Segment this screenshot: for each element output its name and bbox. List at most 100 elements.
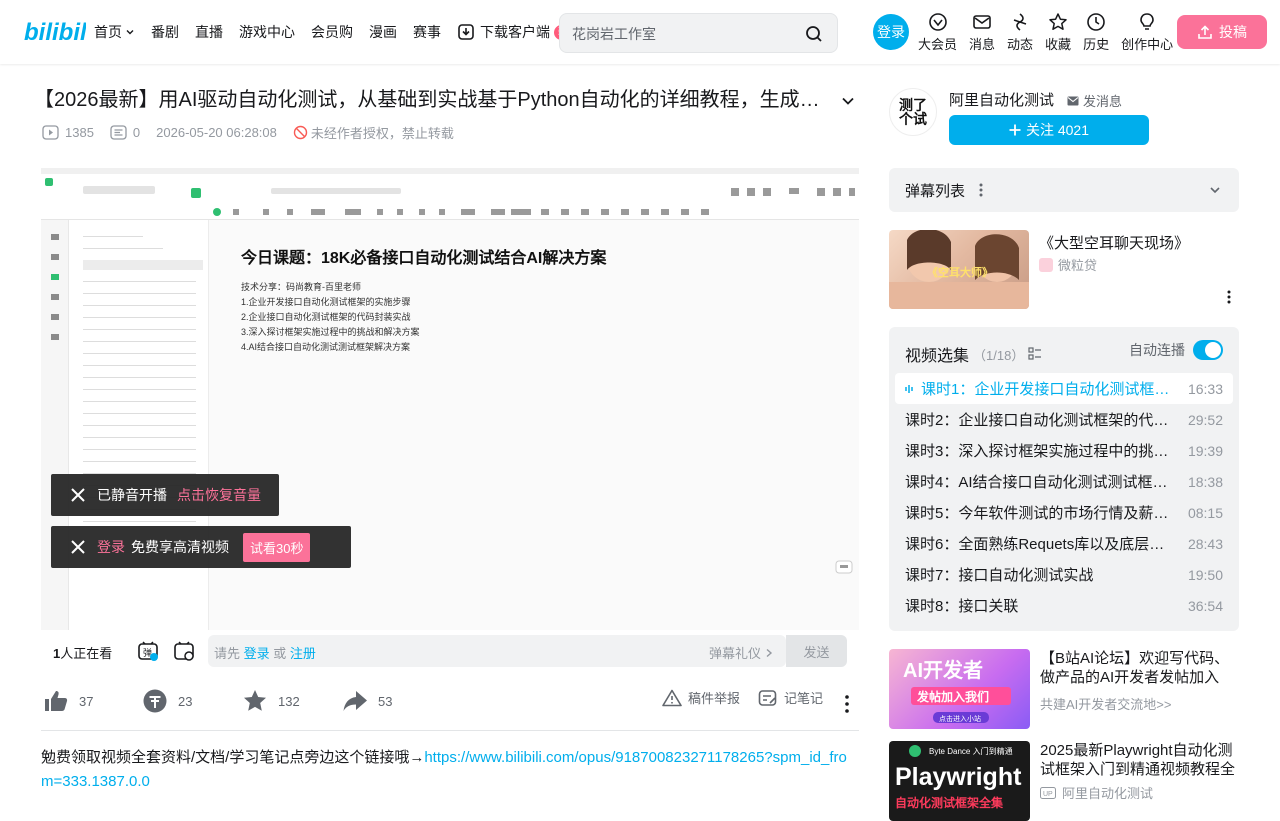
close-icon[interactable] — [71, 488, 85, 502]
chevron-down-icon[interactable] — [1209, 184, 1221, 196]
search-icon[interactable] — [805, 25, 823, 43]
more-vertical-icon[interactable] — [979, 183, 983, 197]
doc-content: 今日课题：18K必备接口自动化测试结合AI解决方案 技术分享：码尚教育-百里老师… — [241, 244, 606, 355]
entry-history[interactable]: 历史 — [1083, 12, 1109, 53]
list-view-icon[interactable] — [1028, 347, 1042, 361]
nav-mall[interactable]: 会员购 — [311, 22, 353, 42]
nav-download-client[interactable]: 下载客户端 新 — [457, 22, 572, 42]
search-input[interactable] — [572, 23, 792, 45]
doc-lines: 技术分享：码尚教育-百里老师 1.企业开发接口自动化测试框架的实施步骤 2.企业… — [241, 280, 606, 355]
toast-login-link[interactable]: 登录 — [97, 537, 125, 557]
episode-item[interactable]: 课时3：深入探讨框架实施过程中的挑战和解决方案 19:39 — [895, 435, 1233, 466]
video-meta: 1385 0 2026-05-20 06:28:08 未经作者授权，禁止转载 — [42, 123, 454, 142]
send-message-button[interactable]: 发消息 — [1067, 91, 1122, 110]
episode-title: 课时3：深入探讨框架实施过程中的挑战和解决方案 — [905, 443, 1170, 460]
episode-item[interactable]: 课时7：接口自动化测试实战 19:50 — [895, 559, 1233, 590]
danmaku-toggle-icon[interactable]: 弹 — [137, 640, 159, 662]
episode-item[interactable]: 课时1：企业开发接口自动化测试框架的实施步骤 16:33 — [895, 373, 1233, 404]
ad-source-label: 微粒贷 — [1058, 258, 1098, 273]
episode-item[interactable]: 课时2：企业接口自动化测试框架的代码封装实战 29:52 — [895, 404, 1233, 435]
entry-messages[interactable]: 消息 — [969, 12, 995, 53]
nav-home[interactable]: 首页 — [94, 22, 135, 42]
episode-title: 课时4：AI结合接口自动化测试测试框架解决方案 — [905, 474, 1170, 491]
episode-count: （1/18） — [973, 347, 1025, 363]
follow-label: 关注 4021 — [1025, 122, 1090, 138]
uploader-avatar[interactable]: 测了 个试 — [889, 88, 937, 136]
doc-heading: 今日课题：18K必备接口自动化测试结合AI解决方案 — [241, 250, 607, 267]
top-header: bilibili 首页 番剧 直播 游戏中心 会员购 漫画 赛事 下载客户端 新… — [0, 0, 1280, 64]
danmaku-register-link[interactable]: 注册 — [290, 646, 316, 661]
favorite-count: 132 — [278, 693, 300, 709]
episode-item[interactable]: 课时6：全面熟练Requets库以及底层原理 28:43 — [895, 528, 1233, 559]
nav-bangumi[interactable]: 番剧 — [151, 22, 179, 42]
entry-vip[interactable]: 大会员 — [918, 12, 957, 53]
episode-item[interactable]: 课时5：今年软件测试的市场行情及薪资分析 08:15 — [895, 497, 1233, 528]
message-icon — [973, 15, 991, 29]
favorite-button[interactable]: 132 — [242, 688, 300, 714]
recommend-card[interactable]: Byte Dance 入门到精通 Playwright 自动化测试框架全集 20… — [889, 741, 1239, 821]
ad-rocket-icon — [1039, 257, 1053, 272]
star-icon — [244, 690, 266, 711]
recommend-subtitle: 共建AI开发者交流地>> — [1040, 697, 1172, 712]
uploader-name[interactable]: 阿里自动化测试 — [949, 89, 1054, 110]
ad-title: 《大型空耳聊天现场》 — [1039, 235, 1190, 252]
danmaku-etiquette[interactable]: 弹幕礼仪 — [709, 643, 774, 662]
thumbs-up-icon — [45, 691, 68, 711]
recommend-title: 2025最新Playwright自动化测试框架入门到精通视频教程全集 — [1040, 742, 1236, 778]
video-title: 【2026最新】用AI驱动自动化测试，从基础到实战基于Python自动化的详细教… — [34, 89, 824, 111]
close-icon[interactable] — [71, 540, 85, 554]
episode-item[interactable]: 课时8：接口关联 36:54 — [895, 590, 1233, 621]
danmaku-input[interactable]: 请先 登录 或 注册 弹幕礼仪 — [208, 635, 786, 667]
etiquette-label: 弹幕礼仪 — [708, 646, 761, 661]
follow-button[interactable]: 关注 4021 — [949, 115, 1149, 145]
search-box — [559, 13, 838, 53]
nav-esports[interactable]: 赛事 — [413, 22, 441, 42]
entry-favorites[interactable]: 收藏 — [1045, 12, 1071, 53]
dynamics-icon — [1013, 13, 1027, 31]
login-button[interactable]: 登录 — [873, 14, 909, 50]
coin-button[interactable]: 23 — [142, 688, 192, 714]
warning-icon — [662, 689, 682, 706]
plus-icon — [1009, 124, 1021, 136]
muted-toast: 已静音开播 点击恢复音量 — [51, 474, 279, 516]
like-button[interactable]: 37 — [43, 688, 93, 714]
autoplay-label: 自动连播 — [1129, 342, 1185, 358]
share-button[interactable]: 53 — [342, 688, 392, 714]
expand-title-chevron-icon[interactable] — [840, 93, 856, 109]
ad-thumbnail: 《空耳大师》 — [889, 230, 1029, 309]
hd-label: 免费享高清视频 — [131, 539, 229, 555]
danmaku-list-panel[interactable]: 弹幕列表 — [889, 168, 1239, 212]
note-button[interactable]: 记笔记 — [758, 688, 823, 707]
episode-item[interactable]: 课时4：AI结合接口自动化测试测试框架解决方案 18:38 — [895, 466, 1233, 497]
forbidden-icon — [293, 125, 308, 140]
restore-volume-link[interactable]: 点击恢复音量 — [177, 485, 261, 505]
episode-duration: 36:54 — [1187, 597, 1223, 614]
more-vertical-icon[interactable] — [837, 694, 857, 714]
thumb-text: 点击进入小站 — [939, 714, 981, 723]
ad-card[interactable]: 《空耳大师》 《大型空耳聊天现场》 微粒贷 — [889, 230, 1239, 310]
recommend-card[interactable]: AI开发者 发帖加入我们 点击进入小站 【B站AI论坛】欢迎写代码、做产品的AI… — [889, 649, 1239, 729]
danmaku-login-link[interactable]: 登录 — [244, 646, 270, 661]
bilibili-logo[interactable]: bilibili — [24, 18, 86, 46]
danmaku-settings-icon[interactable] — [173, 640, 195, 662]
play-count-value: 1385 — [65, 125, 94, 140]
nav-game-center[interactable]: 游戏中心 — [239, 22, 295, 42]
playing-icon — [905, 384, 913, 393]
copyright-notice: 未经作者授权，禁止转载 — [293, 123, 454, 142]
download-label: 下载客户端 — [480, 24, 550, 40]
upload-button[interactable]: 投稿 — [1177, 15, 1267, 49]
send-button[interactable]: 发送 — [786, 635, 847, 667]
hd-toast: 登录 免费享高清视频 试看30秒 — [51, 526, 351, 568]
note-label: 记笔记 — [784, 691, 824, 706]
player-mini-icon[interactable] — [835, 560, 853, 574]
vip-icon — [928, 13, 947, 31]
entry-creator-center[interactable]: 创作中心 — [1121, 12, 1173, 53]
thumb-text: Playwright — [895, 763, 1022, 791]
trial-button[interactable]: 试看30秒 — [243, 532, 311, 562]
report-button[interactable]: 稿件举报 — [662, 688, 740, 707]
more-vertical-icon[interactable] — [1227, 290, 1231, 304]
nav-manga[interactable]: 漫画 — [369, 22, 397, 42]
entry-dynamics[interactable]: 动态 — [1007, 12, 1033, 53]
nav-live[interactable]: 直播 — [195, 22, 223, 42]
autoplay-toggle[interactable] — [1193, 340, 1223, 360]
